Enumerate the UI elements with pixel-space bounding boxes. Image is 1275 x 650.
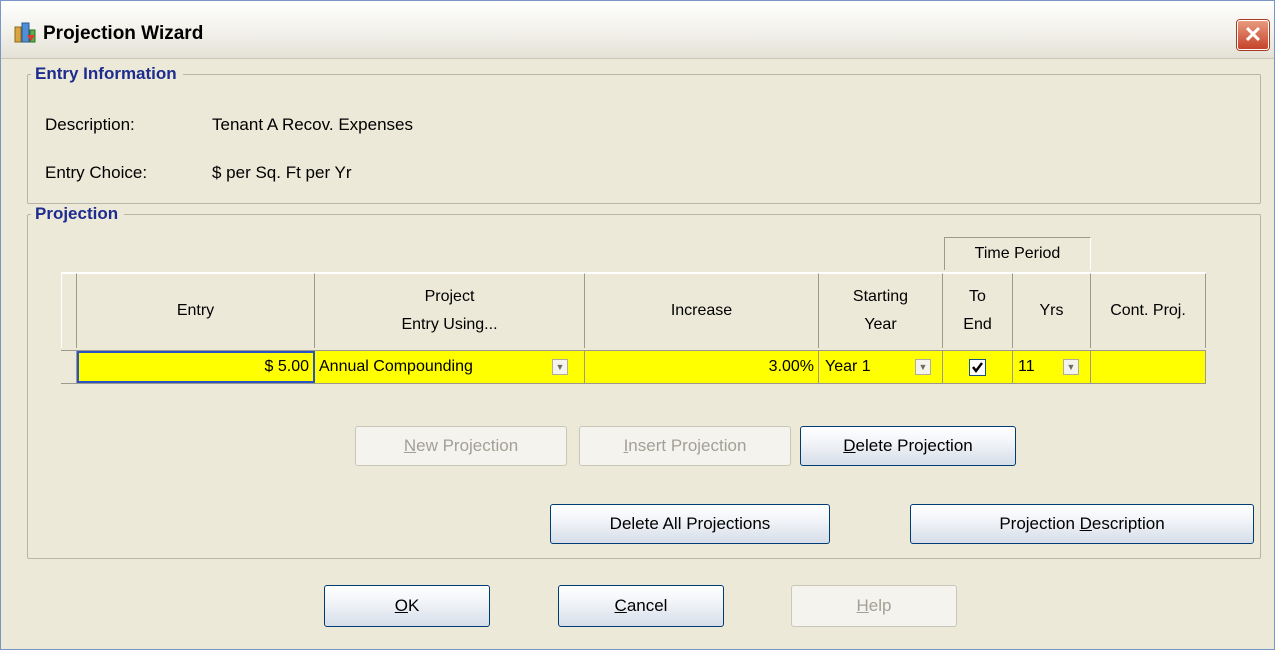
column-header-yrs-label: Yrs — [1039, 302, 1064, 319]
column-header-toend-line1: To — [969, 288, 986, 305]
chevron-down-icon[interactable]: ▼ — [915, 359, 931, 375]
yrs-cell[interactable]: 11 ▼ — [1013, 351, 1091, 383]
ok-button[interactable]: OK — [324, 585, 490, 627]
increase-cell-value: 3.00% — [768, 358, 814, 375]
column-header-cont-label: Cont. Proj. — [1110, 302, 1186, 319]
cancel-label-mnemonic: C — [614, 596, 627, 615]
chevron-down-icon[interactable]: ▼ — [1063, 359, 1079, 375]
row-header-corner — [61, 273, 77, 348]
help-label-post: elp — [868, 596, 892, 615]
ok-label-mnemonic: O — [394, 596, 408, 615]
column-header-starting-year[interactable]: Starting Year — [819, 273, 943, 348]
column-header-toend-line2: End — [963, 316, 992, 333]
help-label-mnemonic: H — [856, 596, 869, 615]
description-value: Tenant A Recov. Expenses — [212, 115, 413, 134]
delete-projection-label-post: elete Projection — [855, 436, 973, 455]
projection-description-button[interactable]: Projection Description — [910, 504, 1254, 544]
entry-information-title: Entry Information — [31, 64, 183, 84]
method-cell[interactable]: Annual Compounding ▼ — [315, 351, 585, 383]
new-projection-label-post: ew Projection — [416, 436, 519, 455]
column-header-entry-label: Entry — [176, 302, 215, 319]
close-icon: ✕ — [1243, 22, 1263, 47]
ok-label-post: K — [407, 596, 420, 615]
row-header-cell[interactable] — [61, 351, 77, 383]
column-header-cont-proj[interactable]: Cont. Proj. — [1091, 273, 1206, 348]
delete-all-projections-label: Delete All Projections — [609, 514, 771, 533]
starting-year-cell[interactable]: Year 1 ▼ — [819, 351, 943, 383]
column-header-starting-line2: Year — [864, 316, 897, 333]
projection-description-label-pre: Projection — [999, 514, 1080, 533]
entry-choice-label: Entry Choice: — [45, 163, 148, 182]
cont-proj-cell[interactable] — [1091, 351, 1206, 383]
yrs-cell-value: 11 — [1018, 358, 1035, 375]
column-header-yrs[interactable]: Yrs — [1013, 273, 1091, 348]
entry-choice-value: $ per Sq. Ft per Yr — [212, 163, 352, 182]
close-button[interactable]: ✕ — [1237, 20, 1269, 50]
insert-projection-button[interactable]: Insert Projection — [579, 426, 791, 466]
cancel-label-post: ancel — [626, 596, 668, 615]
new-projection-button[interactable]: New Projection — [355, 426, 567, 466]
projection-title: Projection — [31, 204, 125, 224]
column-header-increase[interactable]: Increase — [585, 273, 819, 348]
title-bar[interactable]: Projection Wizard ✕ — [1, 1, 1274, 59]
new-projection-label-mnemonic: N — [403, 436, 417, 455]
method-cell-value: Annual Compounding — [319, 358, 473, 375]
entry-information-group — [27, 74, 1261, 204]
delete-all-projections-button[interactable]: Delete All Projections — [550, 504, 830, 544]
projection-description-label-post: escription — [1091, 514, 1165, 533]
chevron-down-icon[interactable]: ▼ — [552, 359, 568, 375]
time-period-label: Time Period — [974, 245, 1061, 262]
column-header-project-line1: Project — [424, 288, 475, 305]
to-end-checkbox[interactable] — [969, 358, 986, 376]
increase-cell[interactable]: 3.00% — [585, 351, 819, 383]
column-header-increase-label: Increase — [670, 302, 733, 319]
time-period-header: Time Period — [944, 237, 1091, 270]
window-title: Projection Wizard — [43, 23, 204, 44]
description-label: Description: — [45, 115, 135, 134]
buildings-icon — [14, 22, 36, 43]
insert-projection-label-post: nsert Projection — [628, 436, 747, 455]
column-header-to-end[interactable]: To End — [943, 273, 1013, 348]
column-header-project-entry-using[interactable]: Project Entry Using... — [315, 273, 585, 348]
help-button[interactable]: Help — [791, 585, 957, 627]
delete-projection-label-mnemonic: D — [843, 436, 856, 455]
projection-wizard-window: Projection Wizard ✕ Entry Information De… — [0, 0, 1275, 650]
delete-projection-button[interactable]: Delete Projection — [800, 426, 1016, 466]
checkmark-icon — [972, 361, 983, 373]
column-header-project-line2: Entry Using... — [401, 316, 498, 333]
entry-cell-value: $ 5.00 — [264, 358, 309, 375]
entry-cell[interactable]: $ 5.00 — [77, 351, 315, 383]
cancel-button[interactable]: Cancel — [558, 585, 724, 627]
starting-year-cell-value: Year 1 — [825, 358, 871, 375]
column-header-starting-line1: Starting — [852, 288, 909, 305]
projection-description-label-mnemonic: D — [1079, 514, 1092, 533]
to-end-cell[interactable] — [943, 351, 1013, 383]
column-header-entry[interactable]: Entry — [77, 273, 315, 348]
